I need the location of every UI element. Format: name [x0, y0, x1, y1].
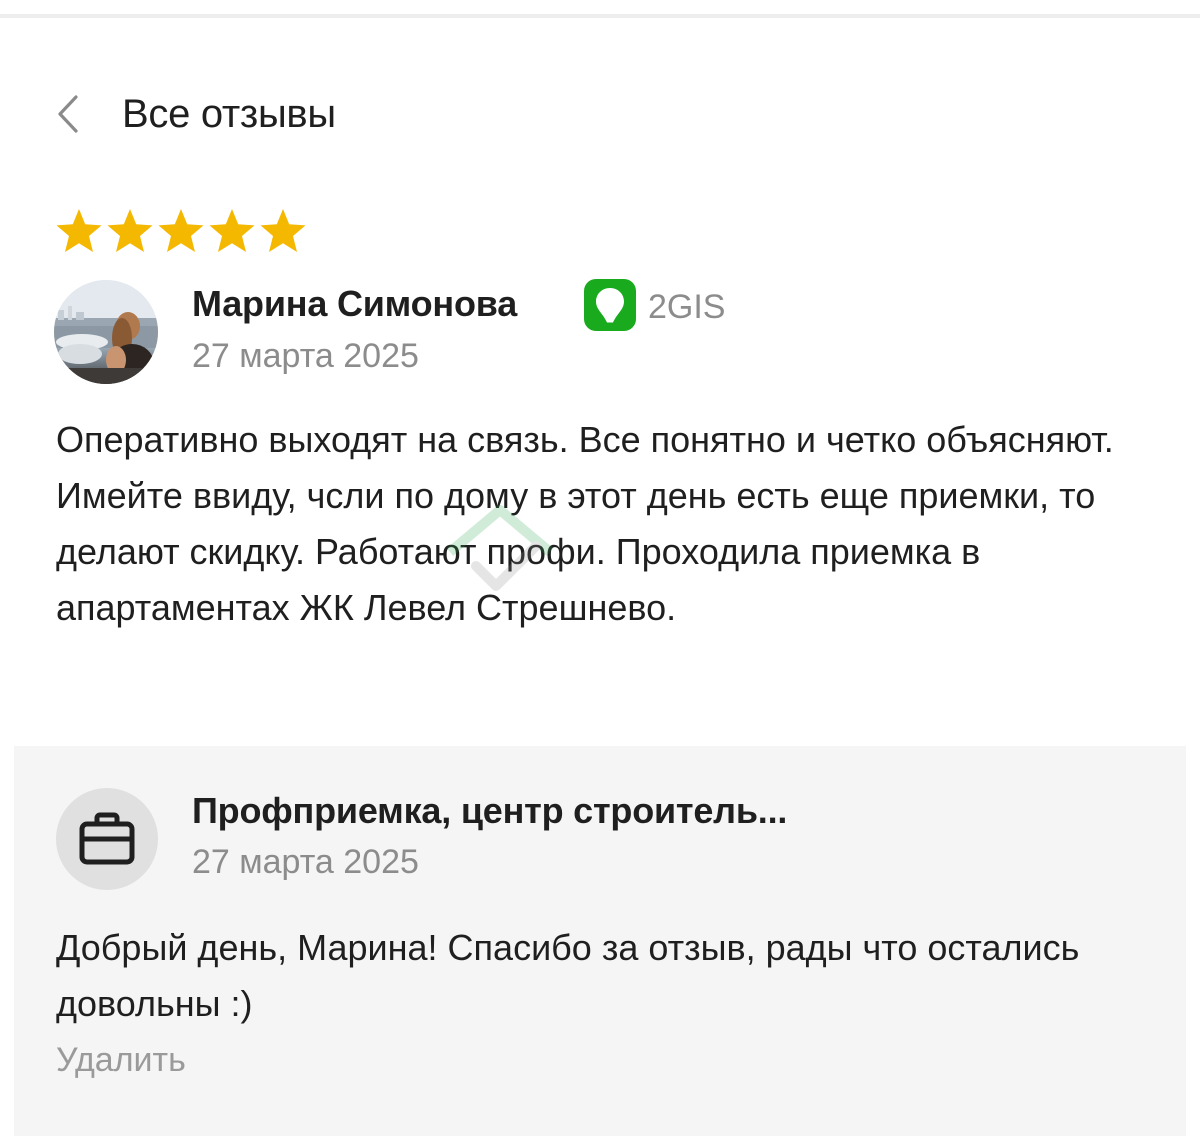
- review-author-name[interactable]: Марина Симонова: [192, 282, 517, 326]
- back-button[interactable]: [48, 88, 92, 138]
- reply-avatar: [56, 788, 158, 890]
- star-icon: [105, 206, 155, 262]
- delete-reply-button[interactable]: Удалить: [56, 1038, 186, 1082]
- star-icon: [54, 206, 104, 262]
- avatar[interactable]: [54, 280, 158, 384]
- reply-text: Добрый день, Марина! Спасибо за отзыв, р…: [56, 927, 1080, 1024]
- 2gis-logo-icon: [584, 278, 636, 336]
- owner-reply-card: Профприемка, центр строитель... 27 марта…: [14, 746, 1186, 1136]
- page-header: Все отзывы: [0, 78, 1200, 150]
- star-icon: [258, 206, 308, 262]
- source-label: 2GIS: [648, 288, 726, 326]
- source-badge: 2GIS: [584, 278, 726, 332]
- top-divider: [0, 0, 1200, 18]
- reply-date: 27 марта 2025: [192, 843, 419, 881]
- reply-author-name[interactable]: Профприемка, центр строитель...: [192, 788, 787, 834]
- page-title: Все отзывы: [122, 92, 336, 136]
- review-author-row: Марина Симонова 2GIS 27 марта 2025: [54, 278, 1154, 384]
- review-date: 27 марта 2025: [192, 337, 419, 375]
- star-icon: [207, 206, 257, 262]
- rating-stars: [54, 206, 308, 262]
- review-text: Оперативно выходят на связь. Все понятно…: [56, 419, 1114, 628]
- star-icon: [156, 206, 206, 262]
